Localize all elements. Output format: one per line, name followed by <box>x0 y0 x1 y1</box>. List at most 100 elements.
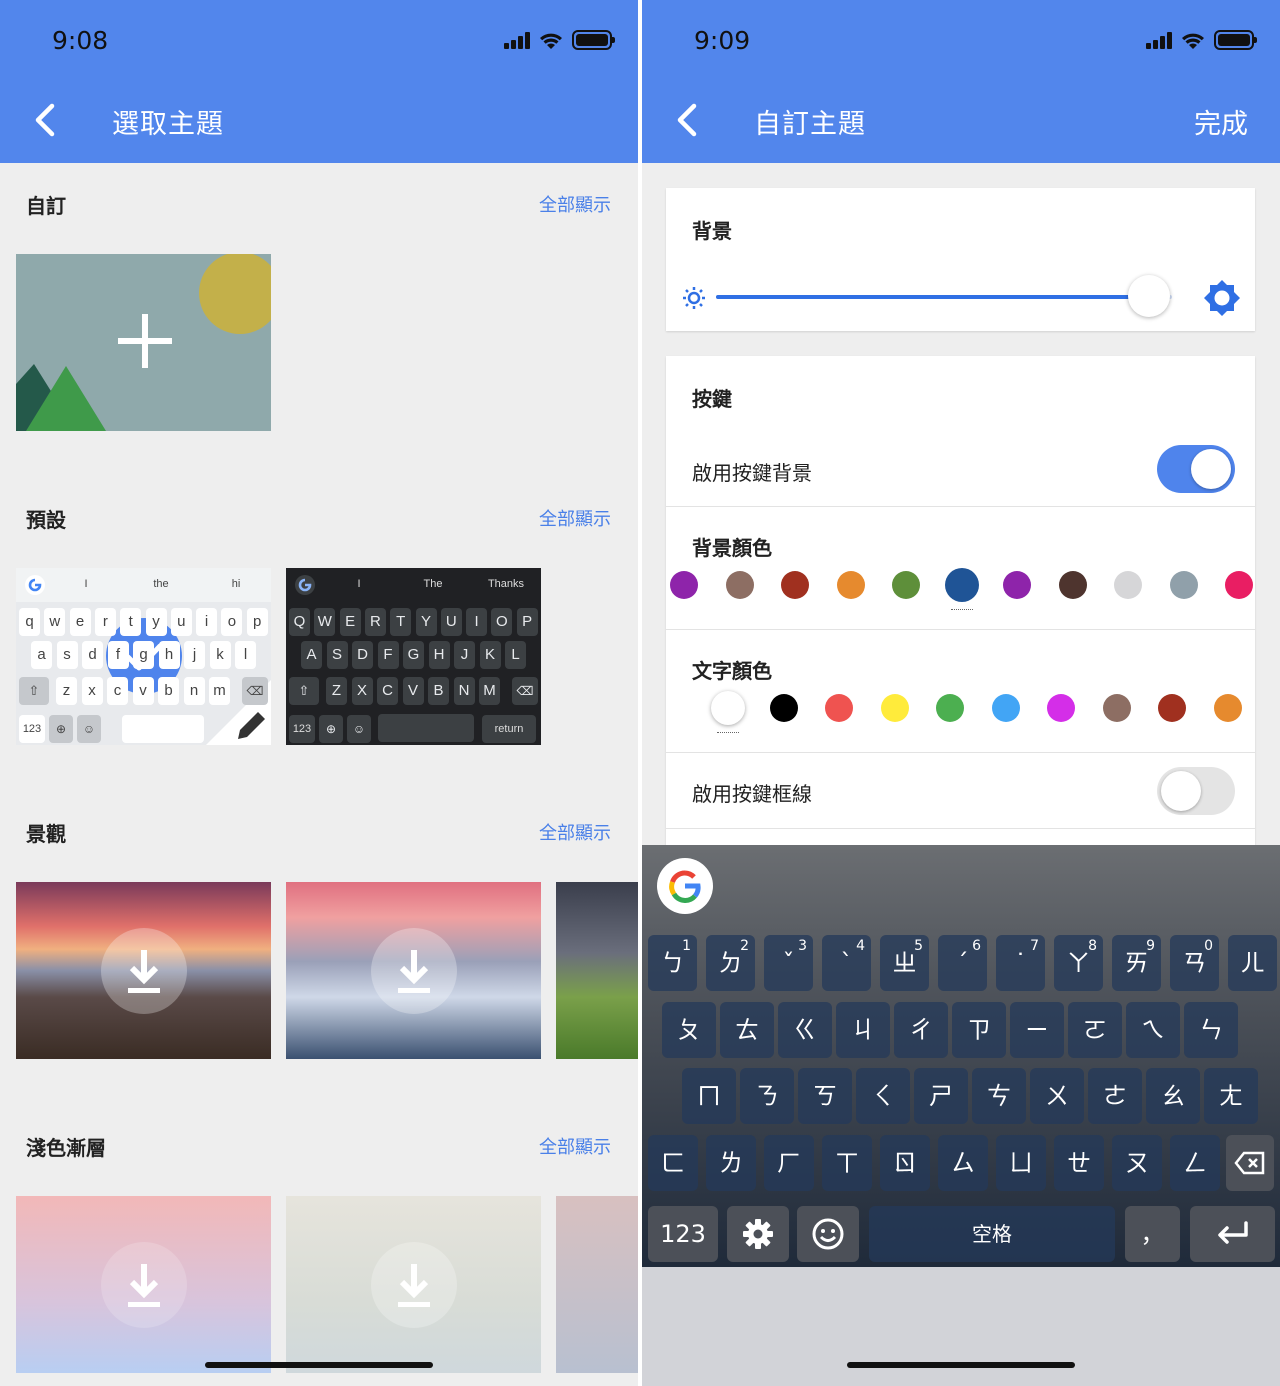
mini-key: T <box>390 608 412 636</box>
space-key[interactable]: 空格 <box>869 1206 1115 1262</box>
mini-key: b <box>158 677 179 705</box>
back-arrow-icon[interactable] <box>670 98 710 142</box>
zhuyin-key[interactable]: ㄑ <box>856 1068 910 1124</box>
zhuyin-key[interactable]: ㄩ <box>996 1135 1046 1191</box>
text-color-swatch[interactable] <box>936 694 964 722</box>
zhuyin-key[interactable]: ㄆ <box>662 1002 716 1058</box>
bg-color-swatch[interactable] <box>836 571 865 599</box>
backspace-key[interactable] <box>1226 1135 1274 1191</box>
zhuyin-key[interactable]: ㄛ <box>1068 1002 1122 1058</box>
enable-key-border-toggle[interactable] <box>1157 767 1235 815</box>
theme-pink-gradient[interactable] <box>16 1196 271 1373</box>
text-color-swatch[interactable] <box>1158 694 1186 722</box>
mini-key: P <box>516 608 538 636</box>
zhuyin-key[interactable]: ㄘ <box>972 1068 1026 1124</box>
bg-color-swatch[interactable] <box>1058 571 1087 599</box>
shift-key: ⇧ <box>19 677 49 705</box>
bg-color-swatch[interactable] <box>1225 571 1253 599</box>
done-button[interactable]: 完成 <box>1194 102 1248 141</box>
back-arrow-icon[interactable] <box>28 98 68 142</box>
zhuyin-key[interactable]: ㄢ0 <box>1170 935 1219 991</box>
zhuyin-key[interactable]: ˋ4 <box>822 935 871 991</box>
text-color-swatch[interactable] <box>1102 694 1131 722</box>
zhuyin-key[interactable]: ㄡ <box>1112 1135 1162 1191</box>
theme-light-keyboard[interactable]: I the hi 123 q w e r t y u i o p a s d f g h j k l z x c v b n m ⇧… <box>16 568 271 745</box>
key-hint: 3 <box>798 938 807 954</box>
zhuyin-key[interactable]: ㄨ <box>1030 1068 1084 1124</box>
zhuyin-key[interactable]: ㄈ <box>648 1135 698 1191</box>
mini-key: Z <box>326 677 347 705</box>
add-custom-theme-button[interactable] <box>16 254 271 431</box>
bg-color-swatch[interactable] <box>670 571 698 599</box>
zhuyin-key[interactable]: ㄕ <box>914 1068 968 1124</box>
text-color-swatch[interactable] <box>769 694 798 722</box>
theme-gradient-3[interactable] <box>556 1196 638 1373</box>
mini-key: O <box>491 608 513 636</box>
zhuyin-key[interactable]: ㄥ <box>1170 1135 1220 1191</box>
zhuyin-key[interactable]: ˙ 7 <box>996 935 1045 991</box>
zhuyin-key[interactable]: ㄐ <box>836 1002 890 1058</box>
settings-key[interactable] <box>727 1206 789 1262</box>
zhuyin-key[interactable]: ㄟ <box>1126 1002 1180 1058</box>
zhuyin-key[interactable]: ˇ3 <box>764 935 813 991</box>
zhuyin-key[interactable]: ㄖ <box>880 1135 930 1191</box>
theme-green-hills[interactable] <box>556 882 638 1059</box>
zhuyin-key[interactable]: ㄌ <box>706 1135 756 1191</box>
show-all-default-link[interactable]: 全部顯示 <box>539 505 611 531</box>
theme-dark-keyboard[interactable]: I The Thanks 123 return QWERTYUIOPASDFGH… <box>286 568 541 745</box>
text-color-swatch[interactable] <box>1213 694 1242 722</box>
zhuyin-key[interactable]: ㄗ <box>952 1002 1006 1058</box>
brightness-slider[interactable] <box>716 275 1172 317</box>
zhuyin-key[interactable]: ㄞ9 <box>1112 935 1161 991</box>
zhuyin-key[interactable]: ㄝ <box>1054 1135 1104 1191</box>
keys-card: 按鍵 啟用按鍵背景 背景顏色 文字顏色 啟用按鍵框線 <box>666 356 1255 846</box>
theme-beach-sunset[interactable] <box>16 882 271 1059</box>
google-button[interactable] <box>657 858 713 914</box>
bg-color-swatch[interactable] <box>1003 571 1031 599</box>
text-color-swatch[interactable] <box>991 694 1020 722</box>
zhuyin-key[interactable]: ㄋ <box>740 1068 794 1124</box>
zhuyin-key[interactable]: ㄏ <box>764 1135 814 1191</box>
zhuyin-key[interactable]: ㄤ <box>1204 1068 1258 1124</box>
enable-key-bg-toggle[interactable] <box>1157 445 1235 493</box>
text-color-swatch[interactable] <box>711 691 745 725</box>
zhuyin-key[interactable]: ㄧ <box>1010 1002 1064 1058</box>
zhuyin-key[interactable]: ㄠ <box>1146 1068 1200 1124</box>
home-indicator <box>205 1362 433 1368</box>
comma-key[interactable]: ， <box>1125 1206 1180 1262</box>
zhuyin-key[interactable]: ㄚ8 <box>1054 935 1103 991</box>
bg-color-swatch[interactable] <box>892 571 920 599</box>
bg-color-swatch[interactable] <box>944 568 979 602</box>
text-color-swatch[interactable] <box>1047 694 1075 722</box>
show-all-custom-link[interactable]: 全部顯示 <box>539 191 611 217</box>
zhuyin-key[interactable]: ㄙ <box>938 1135 988 1191</box>
show-all-landscape-link[interactable]: 全部顯示 <box>539 819 611 845</box>
slider-thumb[interactable] <box>1128 275 1171 317</box>
zhuyin-key[interactable]: ㄅ1 <box>648 935 697 991</box>
text-color-swatch[interactable] <box>880 694 909 722</box>
zhuyin-key[interactable]: ㄔ <box>894 1002 948 1058</box>
zhuyin-key[interactable]: ㄣ <box>1184 1002 1238 1058</box>
zhuyin-key[interactable]: ㄎ <box>798 1068 852 1124</box>
text-color-swatch[interactable] <box>825 694 853 722</box>
theme-grey-gradient[interactable] <box>286 1196 541 1373</box>
emoji-key[interactable] <box>797 1206 859 1262</box>
bg-color-swatch[interactable] <box>1114 571 1142 599</box>
bg-color-swatch[interactable] <box>725 571 754 599</box>
theme-waterfall[interactable] <box>286 882 541 1059</box>
zhuyin-key[interactable]: ㄍ <box>778 1002 832 1058</box>
enter-key[interactable] <box>1190 1206 1275 1262</box>
bg-color-swatch[interactable] <box>1169 571 1198 599</box>
zhuyin-key[interactable]: ˊ6 <box>938 935 987 991</box>
zhuyin-key[interactable]: ㄦ <box>1228 935 1277 991</box>
zhuyin-key[interactable]: ㄇ <box>682 1068 736 1124</box>
zhuyin-key[interactable]: ㄒ <box>822 1135 872 1191</box>
zhuyin-key[interactable]: ㄉ2 <box>706 935 755 991</box>
zhuyin-key[interactable]: ㄜ <box>1088 1068 1142 1124</box>
zhuyin-key[interactable]: ㄓ5 <box>880 935 929 991</box>
bg-color-swatch[interactable] <box>781 571 809 599</box>
show-all-gradient-link[interactable]: 全部顯示 <box>539 1133 611 1159</box>
num-key[interactable]: 123 <box>648 1206 718 1262</box>
keys-title: 按鍵 <box>692 387 732 411</box>
zhuyin-key[interactable]: ㄊ <box>720 1002 774 1058</box>
